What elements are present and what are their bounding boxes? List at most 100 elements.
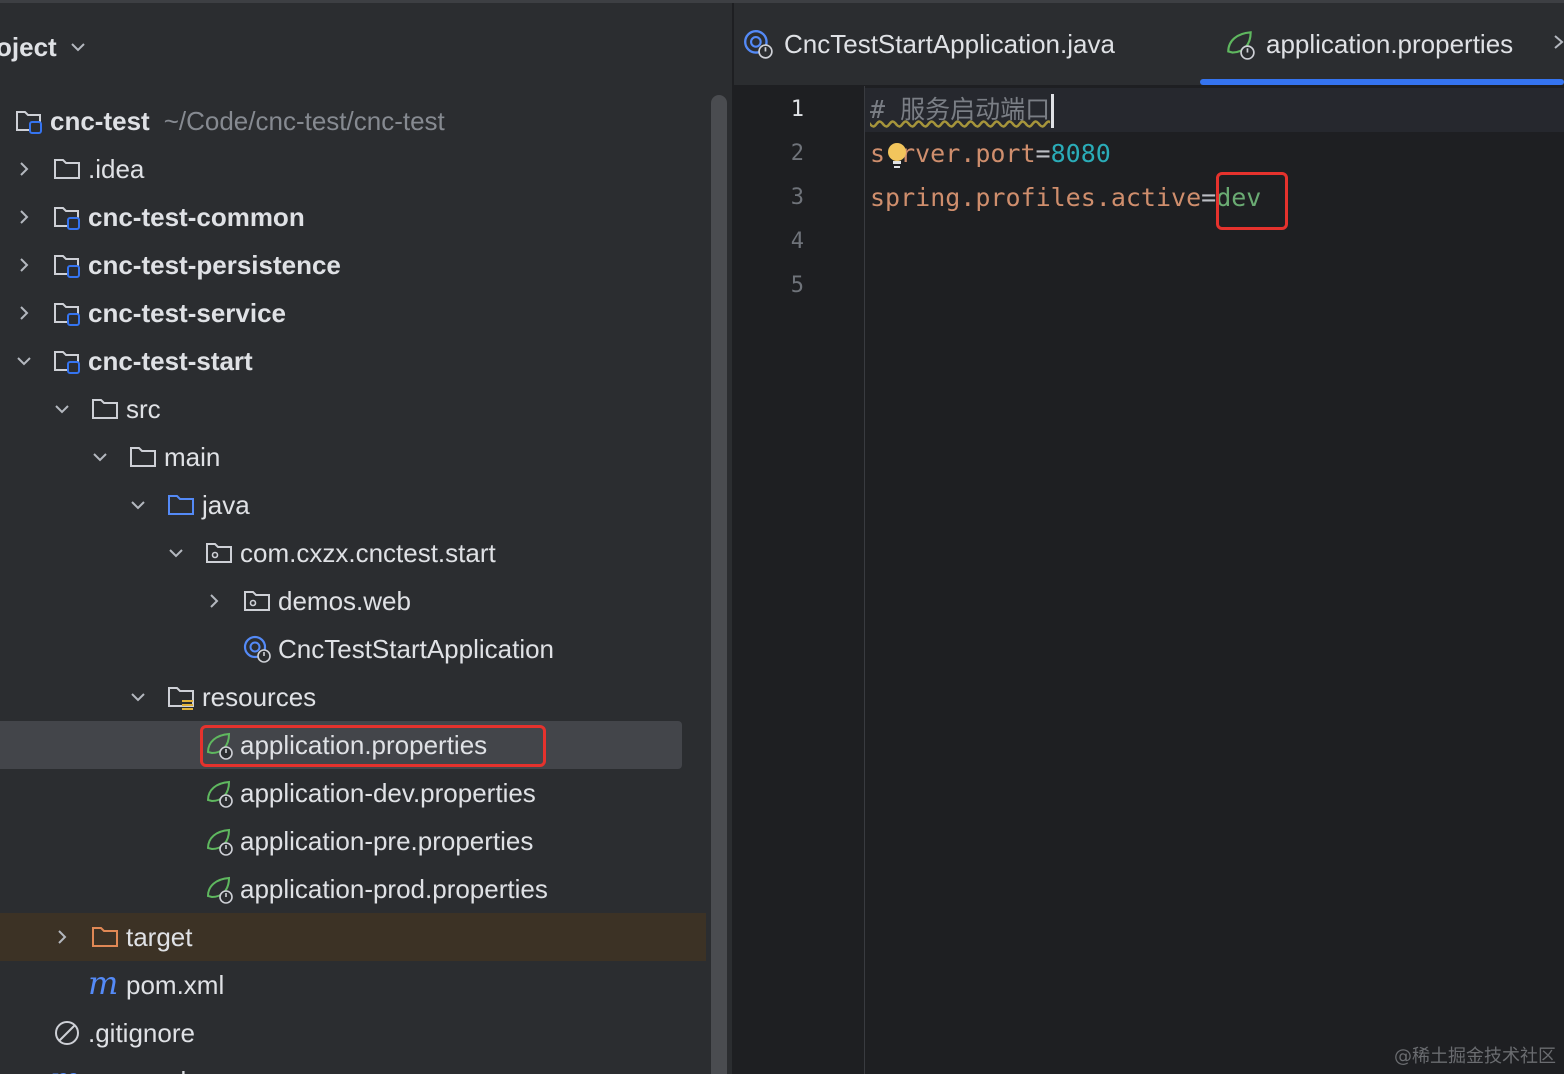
code-line-1[interactable]: # 服务启动端口: [870, 88, 1055, 132]
tree-item-java[interactable]: java: [0, 481, 706, 529]
property-key-rest: rver.port: [900, 139, 1036, 168]
package-icon: [206, 543, 232, 563]
folder-icon: [54, 159, 80, 179]
tree-item-label: cnc-test-start: [88, 346, 253, 376]
tree-item-label: com.cxzx.cnctest.start: [240, 538, 496, 568]
editor-tab-bar: CncTestStartApplication.java application…: [734, 3, 1564, 86]
line-number: 3: [790, 185, 804, 210]
tree-item-cnc-test-common[interactable]: cnc-test-common: [0, 193, 706, 241]
lightbulb-icon[interactable]: [886, 141, 908, 171]
tree-item-application-prod-properties[interactable]: application-prod.properties: [0, 865, 706, 913]
tree-item-demos-web[interactable]: demos.web: [0, 577, 706, 625]
editor-area: CncTestStartApplication.java application…: [734, 3, 1564, 1074]
tab-label: application.properties: [1266, 28, 1514, 59]
active-tab-indicator: [1200, 79, 1564, 85]
tree-item-label: main: [164, 442, 221, 472]
folder-icon: [92, 399, 118, 419]
tree-item-label: application-prod.properties: [240, 874, 548, 904]
folder-icon: [130, 447, 156, 467]
tree-item-label: java: [202, 490, 250, 520]
chevron-right-icon[interactable]: [1552, 31, 1564, 53]
chevron-down-icon[interactable]: [52, 399, 72, 419]
chevron-down-icon[interactable]: [128, 495, 148, 515]
chevron-right-icon[interactable]: [14, 207, 34, 227]
tree-item-target[interactable]: target: [0, 913, 706, 961]
tree-item-label: demos.web: [278, 586, 411, 616]
watermark: @稀土掘金技术社区: [1394, 1046, 1556, 1067]
spring-properties-icon: [206, 780, 233, 808]
tree-item-label: pom.xml: [88, 1057, 186, 1074]
text-caret: [1051, 94, 1055, 128]
tree-item-cnc-test-start[interactable]: cnc-test-start: [0, 337, 706, 385]
property-key: spring.profiles.active: [870, 183, 1202, 212]
tree-item-cnc-test-persistence[interactable]: cnc-test-persistence: [0, 241, 706, 289]
comment-text: # 服务启动端口: [870, 95, 1051, 124]
module-folder-icon: [16, 111, 42, 134]
tree-item-label: target: [126, 922, 193, 952]
tree-item-label: cnc-test-persistence: [88, 250, 341, 280]
chevron-right-icon[interactable]: [204, 591, 224, 611]
chevron-down-icon[interactable]: [90, 447, 110, 467]
tree-item-label: .idea: [88, 154, 145, 184]
line-number: 4: [790, 229, 804, 254]
line-number: 5: [790, 273, 804, 298]
chevron-right-icon[interactable]: [14, 303, 34, 323]
code-line-3[interactable]: spring.profiles.active=dev: [870, 176, 1261, 220]
highlight-annotation-box: [200, 725, 546, 767]
tree-item-root-pom-xml[interactable]: m pom.xml: [0, 1057, 706, 1074]
tree-item-label: application-pre.properties: [240, 826, 534, 856]
tree-item-package[interactable]: com.cxzx.cnctest.start: [0, 529, 706, 577]
chevron-down-icon[interactable]: [14, 351, 34, 371]
tree-item-cnc-test-service[interactable]: cnc-test-service: [0, 289, 706, 337]
tree-item-src[interactable]: src: [0, 385, 706, 433]
tree-item-cnc-test[interactable]: cnc-test ~/Code/cnc-test/cnc-test: [0, 97, 706, 145]
tab-application-properties[interactable]: application.properties: [1224, 3, 1513, 85]
tree-item-label: cnc-test-service: [88, 298, 286, 328]
tree-item-gitignore[interactable]: .gitignore: [0, 1009, 706, 1057]
project-tool-window: oject cnc-test ~/Code/cnc-test/cnc-test .…: [0, 3, 732, 1074]
spring-boot-class-icon: [243, 635, 271, 663]
spring-properties-icon: [1227, 31, 1255, 60]
module-folder-icon: [54, 303, 80, 326]
chevron-down-icon[interactable]: [128, 687, 148, 707]
tree-item-resources[interactable]: resources: [0, 673, 706, 721]
module-folder-icon: [54, 255, 80, 278]
equals-sign: =: [1201, 183, 1217, 212]
chevron-down-icon: [70, 43, 85, 52]
spring-properties-icon: [206, 876, 233, 904]
spring-boot-class-icon: [744, 30, 773, 59]
tree-item-label: application-dev.properties: [240, 778, 536, 808]
tab-cnc-test-start-application[interactable]: CncTestStartApplication.java: [742, 3, 1115, 85]
package-icon: [244, 591, 270, 611]
tree-item-application-dev-properties[interactable]: application-dev.properties: [0, 769, 706, 817]
tree-item-label: pom.xml: [126, 970, 225, 1000]
excluded-folder-icon: [92, 927, 118, 947]
chevron-down-icon[interactable]: [166, 543, 186, 563]
ignore-icon: [55, 1021, 79, 1045]
chevron-right-icon[interactable]: [14, 255, 34, 275]
project-tree-scrollbar[interactable]: [711, 95, 727, 1074]
tree-item-pom-xml[interactable]: m pom.xml: [0, 961, 706, 1009]
tab-label: CncTestStartApplication.java: [784, 28, 1115, 59]
tree-item-label: .gitignore: [88, 1018, 195, 1048]
project-view-selector[interactable]: oject: [0, 27, 89, 67]
chevron-right-icon[interactable]: [14, 159, 34, 179]
property-key-start: s: [870, 139, 886, 168]
tree-item-label: CncTestStartApplication: [278, 634, 555, 664]
module-folder-icon: [54, 351, 80, 374]
tree-item-main[interactable]: main: [0, 433, 706, 481]
maven-icon: m: [88, 964, 119, 1002]
tree-item-label: cnc-test-common: [88, 202, 305, 232]
tree-item-idea[interactable]: .idea: [0, 145, 706, 193]
source-folder-icon: [168, 495, 194, 515]
tree-item-label: src: [126, 394, 161, 424]
chevron-right-icon[interactable]: [52, 927, 72, 947]
module-folder-icon: [54, 207, 80, 230]
tree-item-label: cnc-test: [50, 106, 150, 136]
module-path: ~/Code/cnc-test/cnc-test: [163, 106, 445, 136]
tree-item-label: resources: [202, 682, 317, 712]
equals-sign: =: [1035, 139, 1051, 168]
tree-item-application-pre-properties[interactable]: application-pre.properties: [0, 817, 706, 865]
line-number: 2: [790, 141, 804, 166]
tree-item-application-class[interactable]: CncTestStartApplication: [0, 625, 706, 673]
